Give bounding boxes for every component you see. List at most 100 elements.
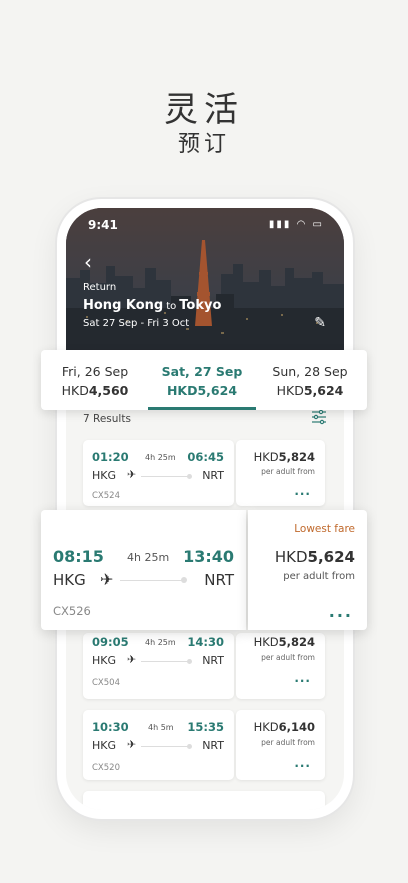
plane-icon: ✈	[127, 653, 137, 666]
destination-airport: NRT	[202, 739, 224, 752]
route-line	[141, 746, 189, 747]
flight-card-cx504[interactable]: 09:05 4h 25m 14:30 HKG ✈ NRT CX504	[83, 633, 234, 699]
price-card-cx504[interactable]: HKD5,824 per adult from ...	[236, 633, 325, 699]
departure-time: 09:05	[92, 635, 129, 649]
date-price: HKD5,624	[148, 383, 256, 398]
date-price: HKD4,560	[41, 383, 149, 398]
hero-banner: 9:41 ▮▮▮ ◠ ▭ ‹ Return Hong Kong to Tokyo S…	[66, 208, 344, 351]
route-dot	[187, 474, 192, 479]
route-line	[141, 476, 189, 477]
amount: 5,624	[303, 383, 344, 398]
flight-duration: 4h 25m	[127, 551, 170, 564]
phone-screen: 9:41 ▮▮▮ ◠ ▭ ‹ Return Hong Kong to Tokyo S…	[66, 208, 344, 810]
back-button[interactable]: ‹	[84, 250, 92, 274]
phone-frame: 9:41 ▮▮▮ ◠ ▭ ‹ Return Hong Kong to Tokyo S…	[57, 199, 353, 819]
status-icons: ▮▮▮ ◠ ▭	[269, 219, 324, 230]
per-adult-label: per adult from	[261, 738, 315, 747]
plane-icon: ✈	[127, 468, 137, 481]
headline-line2: 预订	[177, 132, 230, 157]
flight-card-cx520[interactable]: 10:30 4h 5m 15:35 HKG ✈ NRT CX520	[83, 710, 234, 780]
destination-airport: NRT	[202, 654, 224, 667]
date-option-fri-26-sep[interactable]: Fri, 26 Sep HKD4,560	[41, 350, 149, 410]
edit-search-button[interactable]: ✎	[314, 315, 326, 331]
route-dot	[187, 659, 192, 664]
amount: 4,560	[88, 383, 129, 398]
arrival-time: 06:45	[187, 450, 224, 464]
flight-number: CX504	[92, 678, 120, 688]
flight-card-cx524[interactable]: 01:20 4h 25m 06:45 HKG ✈ NRT CX524	[83, 440, 234, 506]
currency: HKD	[274, 548, 308, 566]
trip-type: Return	[83, 282, 117, 293]
more-options-button[interactable]: ...	[329, 602, 353, 621]
date-label: Fri, 26 Sep	[61, 364, 129, 379]
date-label: Sun, 28 Sep	[272, 364, 348, 379]
origin-airport: HKG	[92, 469, 117, 482]
currency: HKD	[166, 383, 198, 398]
origin-airport: HKG	[92, 739, 117, 752]
wifi-icon: ◠	[296, 219, 308, 230]
origin-airport: HKG	[92, 654, 117, 667]
flight-duration: 4h 25m	[145, 453, 176, 462]
currency: HKD	[253, 635, 279, 649]
departure-time: 01:20	[92, 450, 129, 464]
flight-number: CX524	[92, 491, 120, 501]
fare-price: HKD5,824	[254, 450, 315, 464]
date-option-sun-28-sep[interactable]: Sun, 28 Sep HKD5,624	[256, 350, 364, 410]
amount: 5,624	[197, 383, 238, 398]
headline-line1: 灵活	[164, 90, 244, 130]
results-count: 7 Results	[83, 413, 131, 425]
origin-airport: HKG	[53, 571, 86, 589]
amount: 6,140	[278, 720, 315, 734]
route-title: Hong Kong to Tokyo	[83, 298, 221, 313]
origin-city: Hong Kong	[83, 298, 164, 313]
date-price: HKD5,624	[256, 383, 364, 398]
status-time: 9:41	[88, 218, 118, 232]
amount: 5,624	[307, 548, 355, 566]
flight-duration: 4h 5m	[148, 723, 174, 732]
selected-date-indicator	[148, 407, 256, 410]
more-options-button[interactable]: ...	[294, 756, 311, 770]
date-option-sat-27-sep[interactable]: Sat, 27 Sep HKD5,624	[148, 350, 256, 410]
destination-airport: NRT	[202, 469, 224, 482]
plane-icon: ✈	[127, 738, 137, 751]
date-selector: Fri, 26 Sep HKD4,560 Sat, 27 Sep HKD5,62…	[41, 350, 367, 410]
departure-time: 10:30	[92, 720, 129, 734]
currency: HKD	[253, 450, 279, 464]
arrival-time: 14:30	[187, 635, 224, 649]
currency: HKD	[61, 383, 89, 398]
flight-card-partial[interactable]	[83, 791, 325, 810]
per-adult-label: per adult from	[283, 571, 355, 582]
arrival-time: 15:35	[187, 720, 224, 734]
currency: HKD	[253, 720, 279, 734]
signal-icon: ▮▮▮	[268, 219, 292, 230]
more-options-button[interactable]: ...	[294, 484, 311, 498]
flight-duration: 4h 25m	[145, 638, 176, 647]
date-label: Sat, 27 Sep	[161, 364, 243, 379]
more-options-button[interactable]: ...	[294, 671, 311, 685]
amount: 5,824	[278, 450, 315, 464]
battery-icon: ▭	[312, 219, 324, 230]
pencil-icon: ✎	[314, 315, 326, 331]
price-card-cx526-highlighted[interactable]: Lowest fare HKD5,624 per adult from ...	[248, 510, 367, 630]
filter-icon[interactable]	[311, 409, 327, 425]
lowest-fare-badge: Lowest fare	[294, 523, 355, 535]
per-adult-label: per adult from	[261, 653, 315, 662]
departure-time: 08:15	[53, 547, 104, 566]
destination-city: Tokyo	[179, 298, 222, 313]
fare-price: HKD6,140	[254, 720, 315, 734]
route-to: to	[166, 301, 177, 312]
route-line	[141, 661, 189, 662]
fare-price: HKD5,624	[275, 548, 355, 566]
flight-number: CX520	[92, 763, 120, 773]
route-dot	[187, 744, 192, 749]
amount: 5,824	[278, 635, 315, 649]
route-dot	[181, 577, 187, 583]
price-card-cx520[interactable]: HKD6,140 per adult from ...	[236, 710, 325, 780]
flight-card-cx526-highlighted[interactable]: 08:15 4h 25m 13:40 HKG ✈ NRT CX526	[41, 510, 246, 630]
chevron-left-icon: ‹	[84, 250, 92, 274]
trip-dates: Sat 27 Sep - Fri 3 Oct	[83, 318, 190, 329]
price-card-cx524[interactable]: HKD5,824 per adult from ...	[236, 440, 325, 506]
fare-price: HKD5,824	[254, 635, 315, 649]
plane-icon: ✈	[100, 570, 114, 589]
per-adult-label: per adult from	[261, 467, 315, 476]
